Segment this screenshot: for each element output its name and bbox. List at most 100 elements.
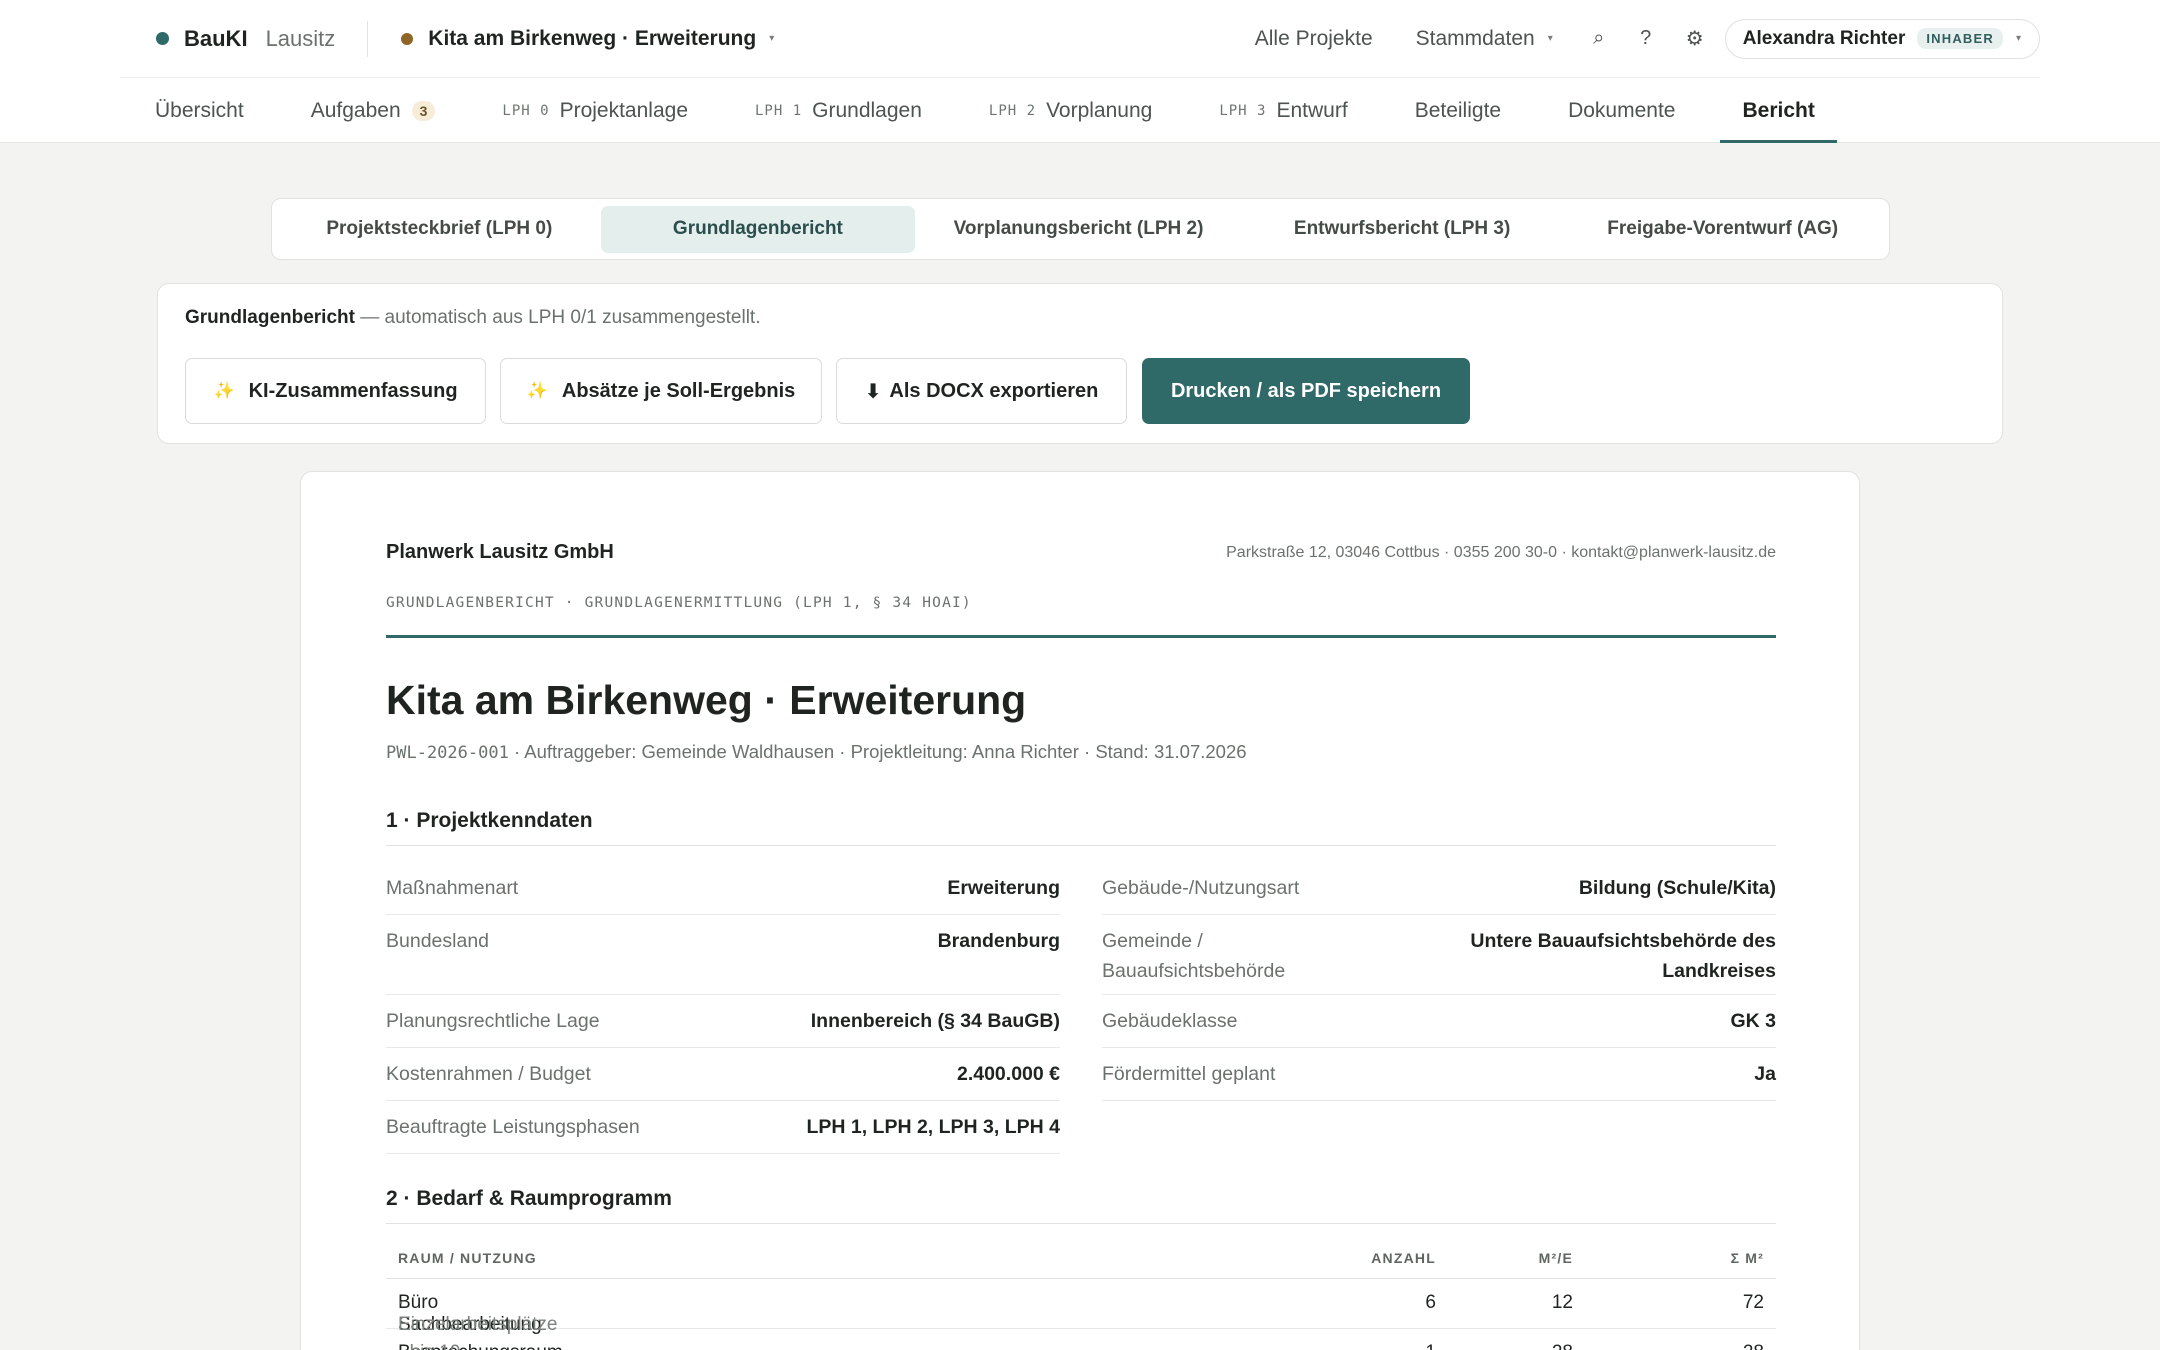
- tab-label: Aufgaben: [310, 98, 401, 122]
- brand[interactable]: BauKI Lausitz: [156, 26, 335, 52]
- tab-participants[interactable]: Beteiligte: [1393, 78, 1523, 143]
- tab-lph2[interactable]: LPH 2 Vorplanung: [967, 78, 1174, 143]
- paragraphs-per-result-button[interactable]: ✨ Absätze je Soll-Ergebnis: [500, 358, 822, 424]
- search-icon[interactable]: ⌕: [1592, 27, 1606, 50]
- kv-key: Bundesland: [386, 930, 490, 952]
- kv-value: Ja: [1754, 1063, 1776, 1085]
- nav-master-data-label: Stammdaten: [1415, 26, 1535, 50]
- user-menu[interactable]: Alexandra Richter INHABER ▾: [1724, 18, 2040, 59]
- report-title: Kita am Birkenweg · Erweiterung: [386, 677, 1027, 723]
- tab-overview[interactable]: Übersicht: [133, 78, 266, 143]
- tab-lph0[interactable]: LPH 0 Projektanlage: [480, 78, 710, 143]
- kv-row: Planungsrechtliche Lage Innenbereich (§ …: [386, 995, 1060, 1048]
- sparkle-icon: ✨: [213, 381, 235, 400]
- brand-region: Lausitz: [265, 25, 336, 51]
- header-rule: [386, 635, 1776, 638]
- section-room-program-title: 2 · Bedarf & Raumprogramm: [386, 1187, 1776, 1224]
- tab-label: Projektanlage: [559, 98, 688, 122]
- top-bar: BauKI Lausitz Kita am Birkenweg · Erweit…: [120, 0, 2040, 78]
- kv-value: Brandenburg: [937, 930, 1060, 952]
- tab-label: Beteiligte: [1414, 98, 1502, 122]
- project-tabs: Übersicht Aufgaben 3 LPH 0 Projektanlage…: [155, 78, 1882, 143]
- report-tab-design-report[interactable]: Entwurfsbericht (LPH 3): [1242, 206, 1563, 253]
- room-count: 6: [1425, 1292, 1436, 1313]
- report-tab-preliminary-design[interactable]: Vorplanungsbericht (LPH 2): [915, 206, 1242, 253]
- kv-row: Gebäude-/Nutzungsart Bildung (Schule/Kit…: [1102, 862, 1776, 915]
- brand-name: BauKI: [184, 25, 248, 51]
- room-table-header: RAUM / NUTZUNG ANZAHL M²/E Σ M²: [386, 1229, 1776, 1279]
- ai-summary-button[interactable]: ✨ KI-Zusammenfassung: [185, 358, 486, 424]
- kv-row: Beauftragte Leistungsphasen LPH 1, LPH 2…: [386, 1101, 1060, 1154]
- firm-contact: Parkstraße 12, 03046 Cottbus · 0355 200 …: [1226, 544, 1776, 561]
- tab-label: Bericht: [1742, 98, 1815, 122]
- tab-label: Grundlagen: [812, 98, 922, 122]
- project-switcher[interactable]: Kita am Birkenweg · Erweiterung ▾: [401, 27, 774, 51]
- help-icon[interactable]: ?: [1639, 27, 1653, 50]
- report-intro: Grundlagenbericht — automatisch aus LPH …: [185, 307, 761, 329]
- kv-key: Planungsrechtliche Lage: [386, 1010, 600, 1032]
- phase-tag: LPH 2: [988, 102, 1037, 119]
- table-row: Büro Sachbearbeitung · Einzelarbeitsplät…: [386, 1279, 1776, 1335]
- kv-row: Gebäudeklasse GK 3: [1102, 995, 1776, 1048]
- chevron-down-icon: ▾: [1547, 33, 1553, 44]
- project-data-right: Gebäude-/Nutzungsart Bildung (Schule/Kit…: [1102, 862, 1776, 1101]
- room-area-total: 72: [1742, 1292, 1764, 1313]
- col-header-count: ANZAHL: [1371, 1250, 1436, 1266]
- report-kind: GRUNDLAGENBERICHT · GRUNDLAGENERMITTLUNG…: [386, 595, 972, 611]
- button-label: Absätze je Soll-Ergebnis: [561, 379, 796, 402]
- report-meta-text: · Auftraggeber: Gemeinde Waldhausen · Pr…: [508, 741, 1247, 762]
- nav-master-data[interactable]: Stammdaten ▾: [1416, 27, 1553, 51]
- top-nav: Alle Projekte Stammdaten ▾ ⌕ ? ⚙ Alexand…: [1212, 18, 2040, 59]
- tab-documents[interactable]: Dokumente: [1546, 78, 1697, 143]
- room-area-each: 28: [1552, 1342, 1573, 1350]
- kv-row: Kostenrahmen / Budget 2.400.000 €: [386, 1048, 1060, 1101]
- task-count-badge: 3: [411, 100, 436, 121]
- kv-key: Fördermittel geplant: [1102, 1063, 1276, 1085]
- kv-value: GK 3: [1730, 1010, 1776, 1032]
- table-row: Besprechungsraum · bis 10 Personen 1 28 …: [386, 1329, 1776, 1350]
- kv-value: LPH 1, LPH 2, LPH 3, LPH 4: [806, 1116, 1060, 1138]
- button-label: KI-Zusammenfassung: [248, 379, 458, 402]
- project-data-left: Maßnahmenart Erweiterung Bundesland Bran…: [386, 862, 1060, 1154]
- tab-label: Übersicht: [155, 98, 244, 122]
- report-tab-approval[interactable]: Freigabe-Vorentwurf (AG): [1562, 206, 1883, 253]
- print-pdf-button[interactable]: Drucken / als PDF speichern: [1142, 358, 1470, 424]
- export-docx-button[interactable]: ⬇ Als DOCX exportieren: [836, 358, 1127, 424]
- project-status-dot-icon: [401, 32, 414, 45]
- download-icon: ⬇: [864, 380, 882, 403]
- phase-tag: LPH 3: [1219, 102, 1267, 119]
- nav-all-projects[interactable]: Alle Projekte: [1255, 27, 1373, 51]
- project-name: Kita am Birkenweg · Erweiterung: [428, 26, 757, 50]
- report-intro-title: Grundlagenbericht: [185, 307, 355, 328]
- tab-label: Entwurf: [1276, 98, 1348, 122]
- kv-key: Kostenrahmen / Budget: [386, 1063, 591, 1085]
- project-id: PWL-2026-001: [386, 743, 509, 763]
- button-label: Drucken / als PDF speichern: [1170, 379, 1442, 402]
- chevron-down-icon: ▾: [2015, 33, 2021, 44]
- chevron-down-icon: ▾: [769, 33, 775, 44]
- divider: [367, 20, 369, 57]
- report-tab-project-profile[interactable]: Projektsteckbrief (LPH 0): [278, 206, 601, 253]
- room-area-total: 28: [1743, 1342, 1764, 1350]
- tab-tasks[interactable]: Aufgaben 3: [289, 78, 458, 143]
- col-header-room: RAUM / NUTZUNG: [398, 1250, 537, 1266]
- room-count: 1: [1425, 1342, 1436, 1350]
- tab-lph3[interactable]: LPH 3 Entwurf: [1197, 78, 1369, 143]
- room-area-each: 12: [1551, 1292, 1573, 1313]
- kv-value: Innenbereich (§ 34 BauGB): [810, 1010, 1060, 1032]
- gear-icon[interactable]: ⚙: [1686, 26, 1704, 51]
- sparkle-icon: ✨: [526, 381, 548, 400]
- kv-value: Untere Bauaufsichtsbehörde des Landkreis…: [1470, 930, 1776, 982]
- report-tab-basics-report[interactable]: Grundlagenbericht: [600, 205, 916, 253]
- kv-key: Maßnahmenart: [386, 877, 519, 899]
- kv-row: Maßnahmenart Erweiterung: [386, 862, 1060, 915]
- tab-lph1[interactable]: LPH 1 Grundlagen: [733, 78, 944, 143]
- kv-key: Gebäude-/Nutzungsart: [1102, 877, 1300, 899]
- report-document: Planwerk Lausitz GmbH Parkstraße 12, 030…: [300, 471, 1860, 1350]
- report-type-tabs: Projektsteckbrief (LPH 0) Grundlagenberi…: [271, 198, 1890, 260]
- kv-row: Bundesland Brandenburg: [386, 915, 1060, 995]
- report-intro-text: — automatisch aus LPH 0/1 zusammengestel…: [354, 307, 761, 328]
- kv-row: Gemeinde / Bauaufsichtsbehörde Untere Ba…: [1102, 915, 1776, 995]
- button-label: Als DOCX exportieren: [889, 379, 1099, 402]
- tab-report[interactable]: Bericht: [1720, 78, 1838, 143]
